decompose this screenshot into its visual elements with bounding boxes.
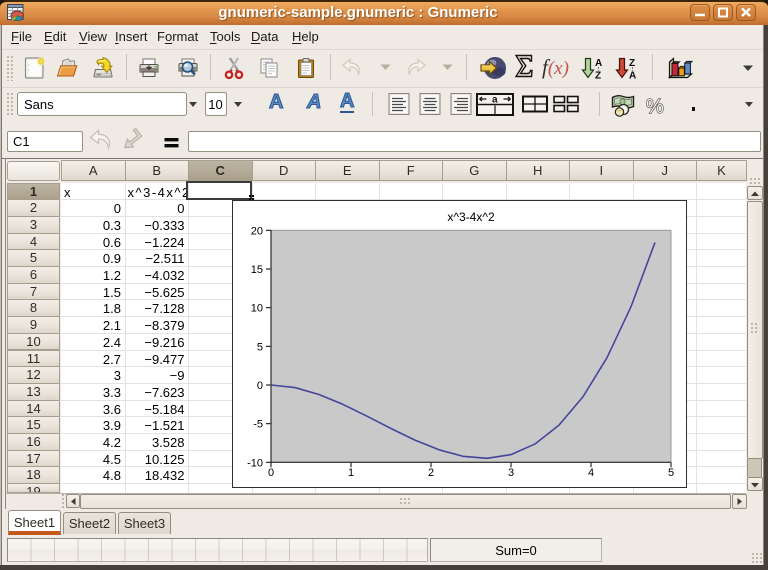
svg-text:1: 1 <box>348 467 354 479</box>
svg-text:%: % <box>646 98 664 116</box>
svg-text:4: 4 <box>588 467 594 479</box>
svg-text:-10: -10 <box>247 457 263 469</box>
svg-text:10: 10 <box>251 303 263 315</box>
svg-text:3: 3 <box>508 467 514 479</box>
svg-text:20: 20 <box>251 225 263 237</box>
svg-text:Z: Z <box>629 58 635 69</box>
svg-text:Z: Z <box>595 70 601 80</box>
svg-text:x^3-4x^2: x^3-4x^2 <box>447 210 495 224</box>
svg-text:A: A <box>629 70 636 80</box>
svg-text:A: A <box>595 58 602 69</box>
svg-text:15: 15 <box>251 264 263 276</box>
svg-text:2: 2 <box>428 467 434 479</box>
svg-text:0: 0 <box>257 380 263 392</box>
svg-text:5: 5 <box>257 341 263 353</box>
svg-text:a: a <box>492 95 498 106</box>
svg-text:0: 0 <box>268 467 274 479</box>
svg-text:5: 5 <box>668 467 674 479</box>
svg-text:-5: -5 <box>253 419 263 431</box>
